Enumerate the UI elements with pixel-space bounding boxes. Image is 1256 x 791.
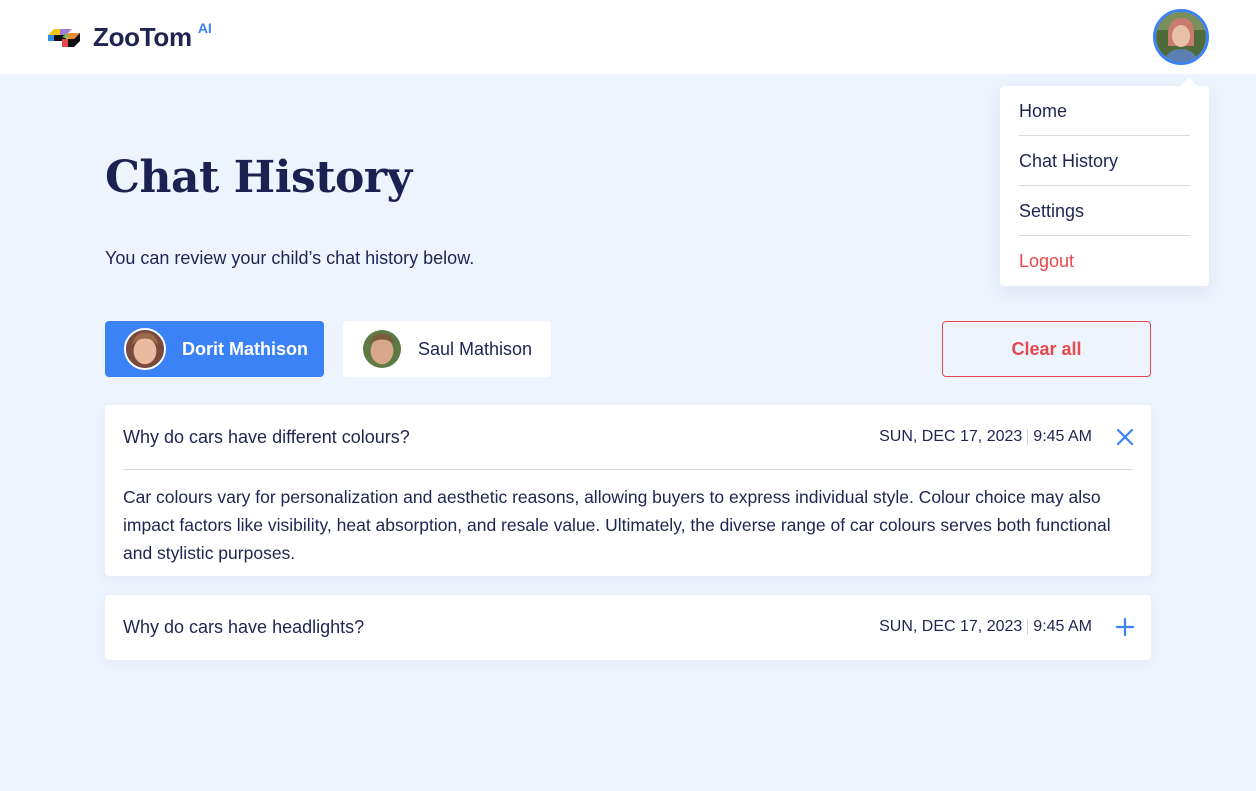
page-title: Chat History — [105, 152, 412, 203]
user-avatar-button[interactable] — [1153, 9, 1209, 65]
child-tab-saul[interactable]: Saul Mathison — [343, 321, 551, 377]
chat-time: 9:45 AM — [1033, 428, 1092, 445]
chat-item: Why do cars have headlights? SUN, DEC 17… — [105, 595, 1151, 660]
page-subtitle: You can review your child’s chat history… — [105, 248, 475, 268]
menu-item-home[interactable]: Home — [1019, 86, 1190, 136]
user-avatar-icon — [1156, 12, 1206, 62]
chat-item-header[interactable]: Why do cars have headlights? SUN, DEC 17… — [105, 595, 1151, 659]
chat-item-header[interactable]: Why do cars have different colours? SUN,… — [105, 405, 1151, 469]
child-avatar-icon — [363, 330, 401, 368]
chat-item: Why do cars have different colours? SUN,… — [105, 405, 1151, 576]
top-header: ZooTom AI — [0, 0, 1256, 74]
child-tab-dorit[interactable]: Dorit Mathison — [105, 321, 324, 377]
clear-all-button[interactable]: Clear all — [942, 321, 1151, 377]
child-name: Dorit Mathison — [182, 338, 308, 359]
chat-timestamp: SUN, DEC 17, 2023 9:45 AM — [879, 428, 1092, 446]
timestamp-separator — [1027, 619, 1029, 635]
chat-date: SUN, DEC 17, 2023 — [879, 618, 1023, 635]
blocks-logo-icon — [48, 29, 80, 47]
close-icon[interactable] — [1115, 427, 1135, 447]
plus-icon[interactable] — [1115, 617, 1135, 637]
child-avatar — [363, 330, 401, 368]
brand-badge: AI — [197, 20, 212, 36]
user-dropdown-menu: Home Chat History Settings Logout — [1000, 86, 1209, 286]
chat-date: SUN, DEC 17, 2023 — [879, 428, 1023, 445]
menu-item-chat-history[interactable]: Chat History — [1019, 136, 1190, 186]
chat-timestamp: SUN, DEC 17, 2023 9:45 AM — [879, 618, 1092, 636]
child-avatar — [124, 328, 166, 370]
menu-item-logout[interactable]: Logout — [1019, 236, 1190, 286]
chat-question: Why do cars have headlights? — [123, 616, 365, 637]
menu-item-settings[interactable]: Settings — [1019, 186, 1190, 236]
child-avatar-icon — [126, 330, 164, 368]
brand-name: ZooTom — [93, 22, 192, 52]
brand-logo[interactable]: ZooTom AI — [46, 20, 212, 53]
chat-answer: Car colours vary for personalization and… — [123, 487, 1111, 563]
chat-question: Why do cars have different colours? — [123, 426, 410, 447]
chat-time: 9:45 AM — [1033, 618, 1092, 635]
timestamp-separator — [1027, 429, 1029, 445]
child-name: Saul Mathison — [418, 338, 533, 359]
